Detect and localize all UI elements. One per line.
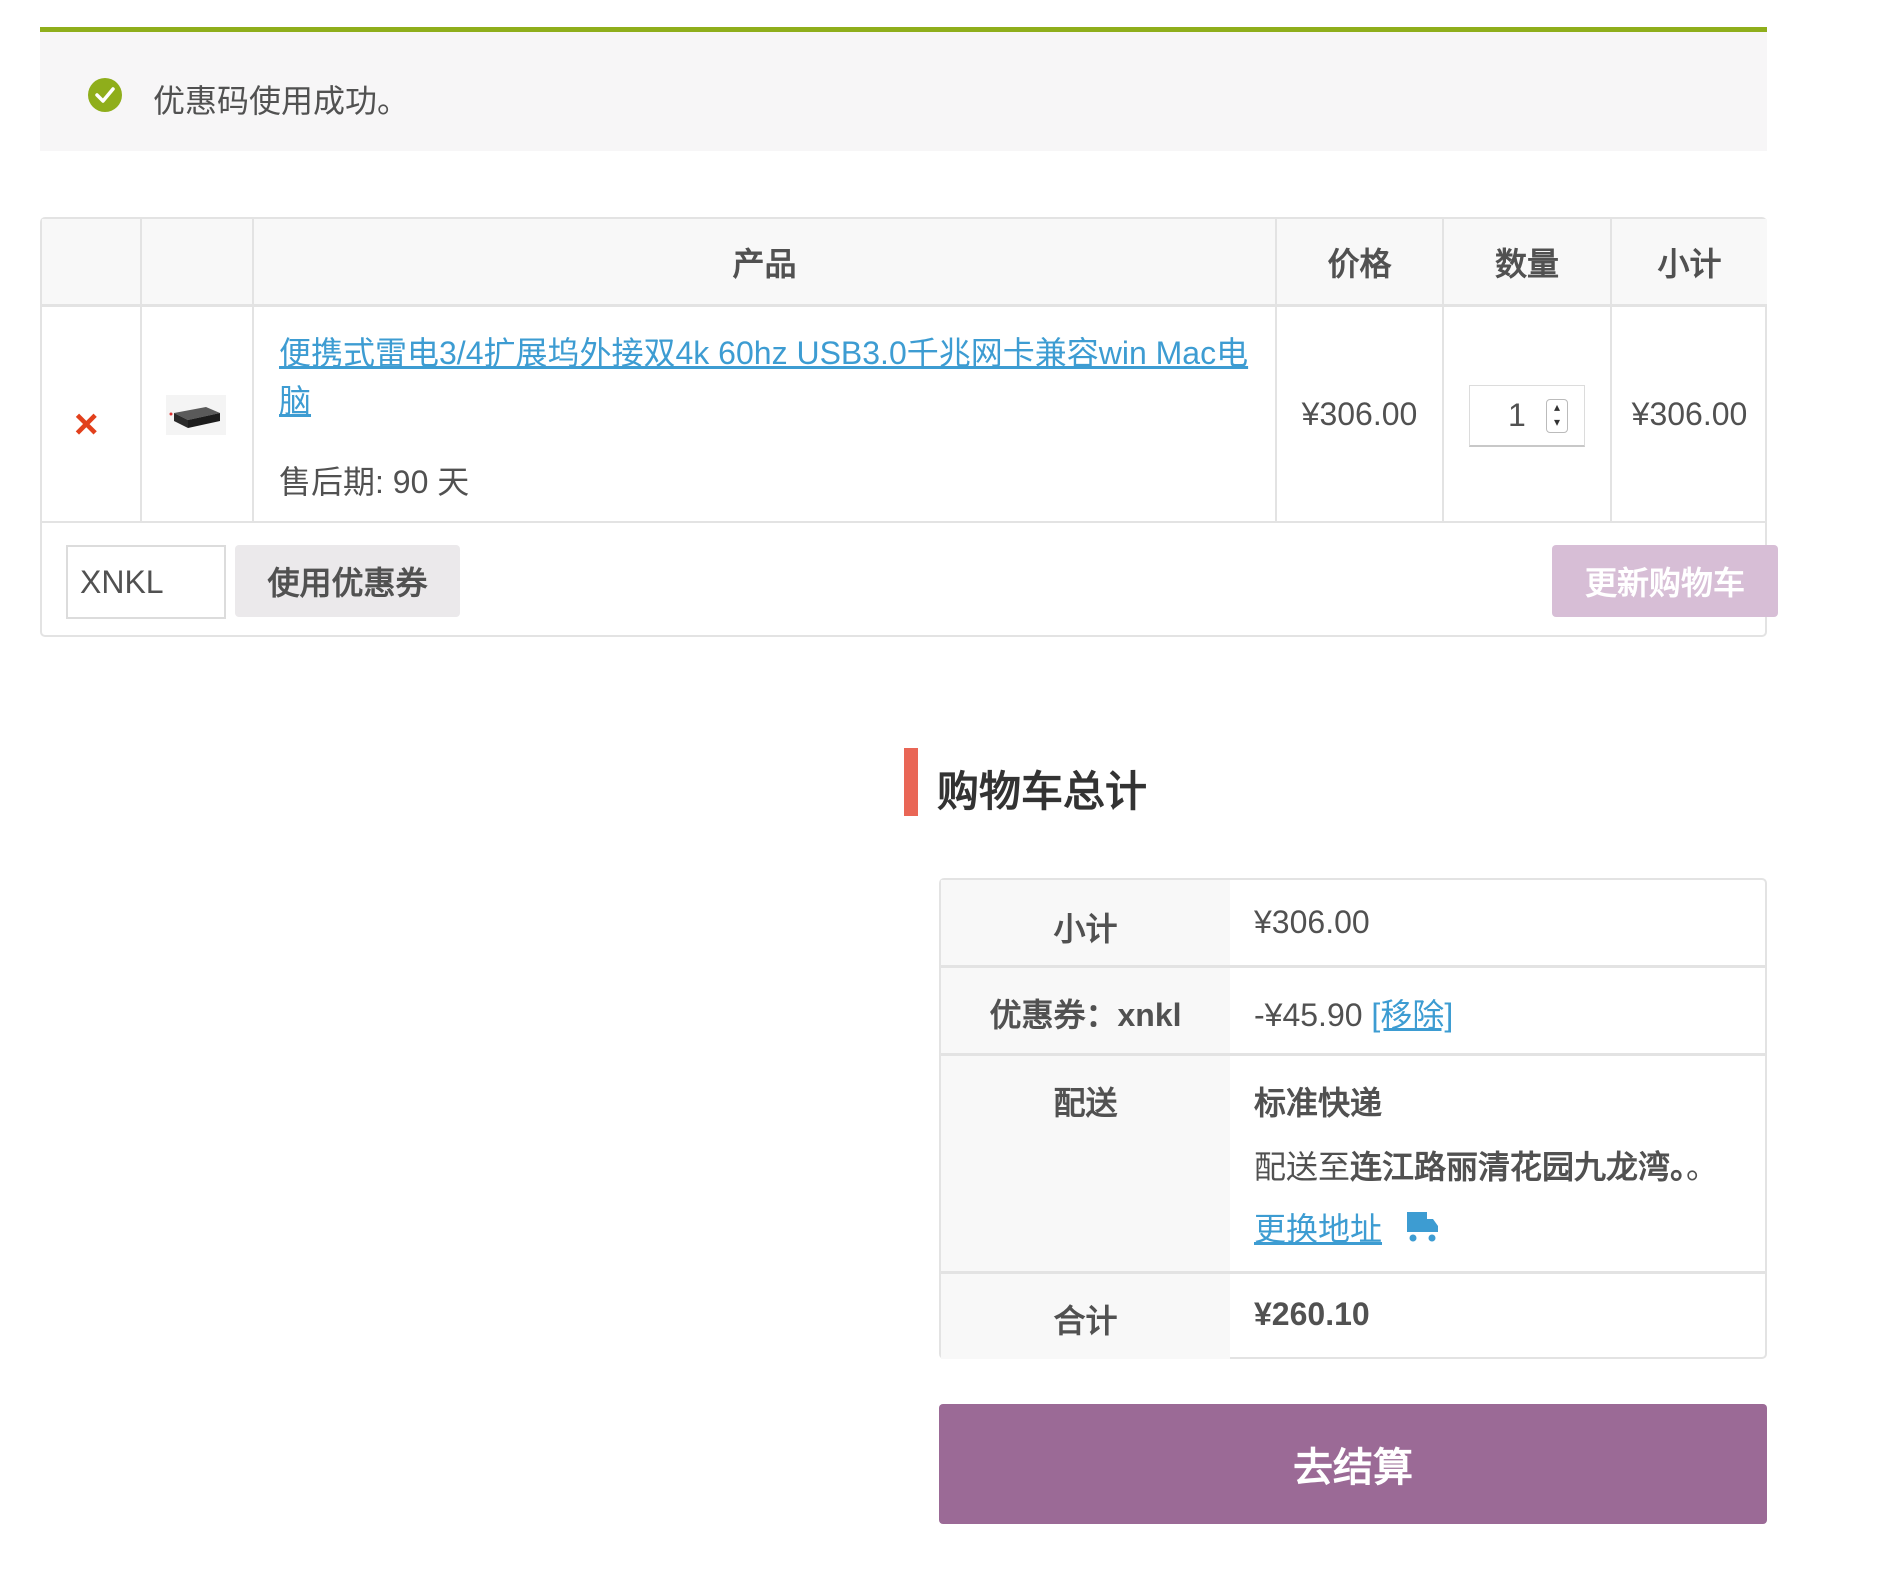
cart-row-subtotal: ¥306.00: [1612, 307, 1767, 523]
totals-coupon-label: 优惠券：xnkl: [989, 997, 1182, 1033]
totals-coupon-value-cell: -¥45.90 [移除]: [1254, 990, 1453, 1036]
quantity-spinner-icon[interactable]: ▴ ▾: [1546, 399, 1568, 433]
quantity-value[interactable]: 1: [1508, 397, 1526, 434]
change-address-wrap: 更换地址: [1254, 1204, 1441, 1250]
totals-subtotal-label-cell: 小计: [941, 880, 1230, 965]
totals-shipping-label-cell: 配送: [941, 1056, 1230, 1271]
shipping-to-prefix: 配送至: [1254, 1149, 1351, 1185]
cart-row-quantity-cell: 1 ▴ ▾: [1444, 307, 1612, 523]
product-name-link[interactable]: 便携式雷电3/4扩展坞外接双4k 60hz USB3.0千兆网卡兼容win Ma…: [279, 329, 1279, 425]
header-subtotal: 小计: [1612, 219, 1767, 307]
totals-row-coupon: 优惠券：xnkl -¥45.90 [移除]: [941, 968, 1765, 1056]
totals-coupon-label-cell: 优惠券：xnkl: [941, 968, 1230, 1053]
cart-row-thumbnail-cell: [142, 307, 254, 523]
totals-coupon-value: -¥45.90: [1254, 997, 1363, 1033]
shipping-destination: 配送至连江路丽清花园九龙湾。。: [1254, 1142, 1718, 1188]
cart-row-product-cell: 便携式雷电3/4扩展坞外接双4k 60hz USB3.0千兆网卡兼容win Ma…: [254, 307, 1277, 523]
check-circle-icon: [88, 78, 122, 112]
totals-subtotal-value: ¥306.00: [1254, 904, 1370, 940]
totals-subtotal-label: 小计: [1053, 911, 1118, 947]
totals-row-subtotal: 小计 ¥306.00: [941, 880, 1765, 968]
proceed-to-checkout-button[interactable]: 去结算: [939, 1404, 1767, 1524]
notice-message: 优惠码使用成功。: [153, 83, 410, 119]
apply-coupon-button[interactable]: 使用优惠券: [235, 545, 460, 617]
shipping-to-suffix: 。: [1686, 1149, 1719, 1185]
cart-row-remove-cell: ×: [42, 307, 142, 523]
coupon-code-input[interactable]: XNKL: [66, 545, 226, 619]
header-price: 价格: [1277, 219, 1444, 307]
cart-table: 产品 价格 数量 小计 × 便携式雷电3/4扩展坞外接双4k 60hz USB3…: [40, 217, 1778, 637]
change-address-link[interactable]: 更换地址: [1254, 1211, 1382, 1247]
totals-row-total: 合计 ¥260.10: [941, 1274, 1765, 1359]
totals-title: 购物车总计: [937, 768, 1148, 815]
remove-coupon-link[interactable]: [移除]: [1371, 997, 1453, 1033]
totals-row-shipping: 配送 标准快递 配送至连江路丽清花园九龙湾。。 更换地址: [941, 1056, 1765, 1274]
header-remove: [42, 219, 142, 307]
notice-banner: 优惠码使用成功。: [40, 27, 1767, 151]
quantity-stepper[interactable]: 1 ▴ ▾: [1469, 385, 1585, 447]
totals-total-value: ¥260.10: [1254, 1296, 1370, 1332]
shipping-method: 标准快递: [1254, 1085, 1383, 1121]
header-thumbnail: [142, 219, 254, 307]
shipping-address: 连江路丽清花园九龙湾。: [1350, 1149, 1687, 1185]
header-product: 产品: [254, 219, 1277, 307]
product-meta: 售后期: 90 天: [279, 464, 470, 500]
cart-totals-table: 小计 ¥306.00 优惠券：xnkl -¥45.90 [移除] 配送 标准快递…: [939, 878, 1767, 1359]
totals-shipping-label: 配送: [1053, 1085, 1118, 1121]
totals-total-label: 合计: [1053, 1303, 1118, 1339]
cart-actions: XNKL 使用优惠券 更新购物车: [42, 525, 1778, 635]
cart-row-price: ¥306.00: [1277, 307, 1444, 523]
header-quantity: 数量: [1444, 219, 1612, 307]
totals-total-label-cell: 合计: [941, 1274, 1230, 1359]
totals-title-accent: [904, 748, 918, 816]
update-cart-button[interactable]: 更新购物车: [1552, 545, 1778, 617]
remove-item-icon[interactable]: ×: [74, 403, 99, 445]
delivery-truck-icon[interactable]: [1405, 1210, 1441, 1244]
product-thumbnail[interactable]: [166, 395, 226, 435]
